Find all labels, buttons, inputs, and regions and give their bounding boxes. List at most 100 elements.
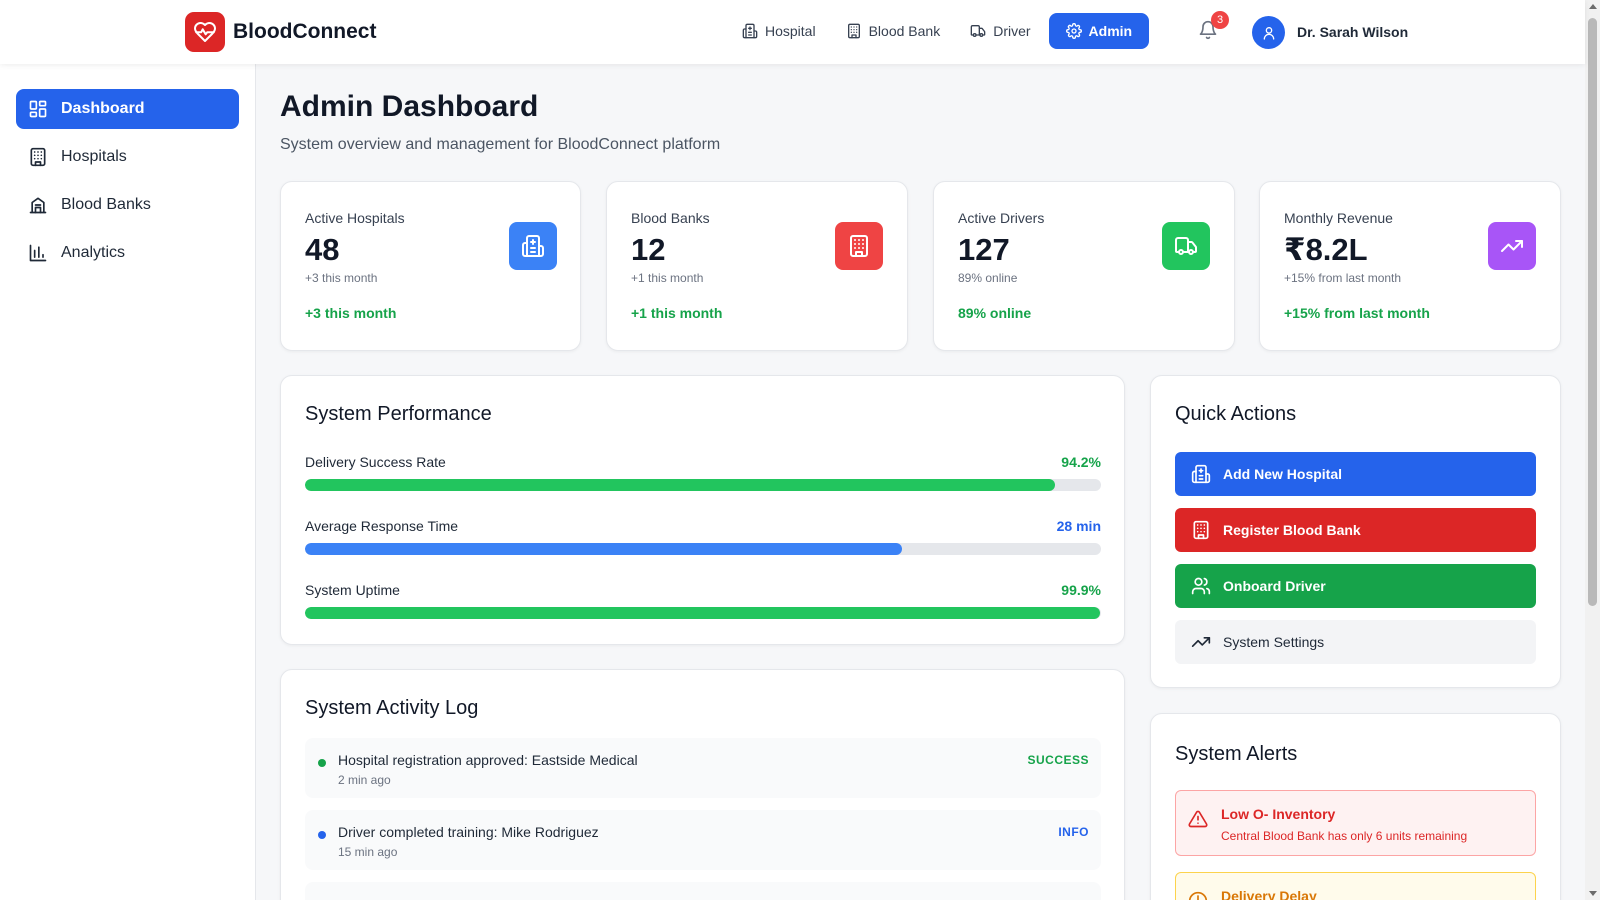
add-new-hospital-button[interactable]: Add New Hospital xyxy=(1175,452,1536,496)
building-icon xyxy=(1193,520,1209,540)
perf-label: System Uptime xyxy=(305,582,400,598)
progress-fill xyxy=(305,543,902,555)
perf-label: Delivery Success Rate xyxy=(305,454,446,470)
truck-icon xyxy=(970,25,986,37)
gear-icon xyxy=(1065,23,1082,39)
alert-delivery-delay[interactable]: Delivery Delay xyxy=(1175,872,1536,900)
hospital-icon xyxy=(1191,464,1211,484)
stat-trend: +1 this month xyxy=(631,305,723,321)
quick-actions-card: Quick Actions Add New Hospital Register … xyxy=(1150,375,1561,688)
scroll-down-arrow-icon[interactable] xyxy=(1589,891,1597,896)
clock-icon xyxy=(1188,891,1208,900)
button-label: Register Blood Bank xyxy=(1223,522,1361,538)
stat-label: Active Drivers xyxy=(958,210,1045,226)
nav-blood-bank-label: Blood Bank xyxy=(868,23,941,39)
list-item[interactable]: Driver completed training: Mike Rodrigue… xyxy=(305,810,1101,870)
trending-up-icon xyxy=(1191,637,1211,647)
avatar[interactable] xyxy=(1252,16,1285,49)
hospital-icon xyxy=(509,222,557,270)
heart-pulse-logo-icon xyxy=(185,12,225,52)
stat-note: 89% online xyxy=(958,271,1018,285)
stat-note: +3 this month xyxy=(305,271,378,285)
building-icon xyxy=(847,23,860,39)
stat-card-hospitals: Active Hospitals 48 +3 this month +3 thi… xyxy=(280,181,581,351)
list-item[interactable]: Hospital registration approved: Eastside… xyxy=(305,738,1101,798)
warning-icon xyxy=(1188,810,1208,828)
nav-blood-bank[interactable]: Blood Bank xyxy=(834,13,953,49)
section-title: System Performance xyxy=(305,403,492,425)
log-time: 15 min ago xyxy=(338,845,398,859)
system-performance-card: System Performance Delivery Success Rate… xyxy=(280,375,1125,645)
button-label: System Settings xyxy=(1223,634,1325,650)
stat-value: 127 xyxy=(958,232,1010,267)
perf-label: Average Response Time xyxy=(305,518,459,534)
nav-admin[interactable]: Admin xyxy=(1048,13,1150,49)
brand[interactable]: BloodConnect xyxy=(185,12,376,52)
user-name[interactable]: Dr. Sarah Wilson xyxy=(1297,24,1408,40)
sidebar: Dashboard Hospitals Blood Banks Analytic… xyxy=(0,64,256,900)
section-title: System Alerts xyxy=(1175,743,1298,765)
progress-fill xyxy=(305,607,1101,619)
notification-count-badge: 3 xyxy=(1211,11,1229,29)
onboard-driver-button[interactable]: Onboard Driver xyxy=(1175,564,1536,608)
page-scrollbar[interactable] xyxy=(1585,0,1600,900)
register-blood-bank-button[interactable]: Register Blood Bank xyxy=(1175,508,1536,552)
stat-card-drivers: Active Drivers 127 89% online 89% online xyxy=(933,181,1235,351)
progress-track xyxy=(305,607,1101,619)
alert-low-inventory[interactable]: Low O- Inventory Central Blood Bank has … xyxy=(1175,790,1536,856)
sidebar-item-hospitals[interactable]: Hospitals xyxy=(16,137,239,177)
progress-track xyxy=(305,479,1101,491)
bar-chart-icon xyxy=(29,244,47,262)
stat-value: 48 xyxy=(305,232,340,267)
log-time: 2 min ago xyxy=(338,773,391,787)
stat-value: ₹8.2L xyxy=(1284,232,1368,267)
stat-trend: +15% from last month xyxy=(1284,305,1430,321)
perf-row-delivery-success: Delivery Success Rate 94.2% xyxy=(305,454,1101,491)
nav-hospital-label: Hospital xyxy=(765,23,816,39)
system-settings-button[interactable]: System Settings xyxy=(1175,620,1536,664)
progress-track xyxy=(305,543,1101,555)
perf-value: 99.9% xyxy=(1061,582,1101,598)
page-title: Admin Dashboard xyxy=(280,90,539,123)
stat-trend: 89% online xyxy=(958,305,1032,321)
perf-value: 28 min xyxy=(1056,518,1101,534)
truck-icon xyxy=(1162,222,1210,270)
scrollbar-thumb[interactable] xyxy=(1588,18,1597,606)
alert-title: Delivery Delay xyxy=(1221,888,1317,900)
brand-name: BloodConnect xyxy=(233,20,377,43)
status-badge: SUCCESS xyxy=(1027,753,1089,767)
alert-description: Central Blood Bank has only 6 units rema… xyxy=(1221,829,1468,843)
nav-driver-label: Driver xyxy=(993,23,1031,39)
sidebar-item-label: Blood Banks xyxy=(61,196,151,213)
sidebar-item-dashboard[interactable]: Dashboard xyxy=(16,89,239,129)
perf-row-response-time: Average Response Time 28 min xyxy=(305,518,1101,555)
status-dot xyxy=(318,831,326,839)
sidebar-item-label: Hospitals xyxy=(61,148,127,165)
list-item[interactable] xyxy=(305,882,1101,900)
system-activity-log-card: System Activity Log Hospital registratio… xyxy=(280,669,1125,900)
top-navigation-bar: BloodConnect Hospital Blood Bank Driver … xyxy=(0,0,1585,64)
nav-driver[interactable]: Driver xyxy=(958,13,1042,49)
stat-label: Monthly Revenue xyxy=(1284,210,1393,226)
building-icon xyxy=(835,222,883,270)
notifications-button[interactable]: 3 xyxy=(1198,11,1229,44)
sidebar-item-blood-banks[interactable]: Blood Banks xyxy=(16,185,239,225)
stat-card-blood-banks: Blood Banks 12 +1 this month +1 this mon… xyxy=(606,181,908,351)
scroll-up-arrow-icon[interactable] xyxy=(1589,4,1597,9)
log-text: Driver completed training: Mike Rodrigue… xyxy=(338,824,599,840)
system-alerts-card: System Alerts Low O- Inventory Central B… xyxy=(1150,713,1561,900)
stat-label: Active Hospitals xyxy=(305,210,405,226)
progress-fill xyxy=(305,479,1055,491)
perf-row-system-uptime: System Uptime 99.9% xyxy=(305,582,1101,619)
section-title: System Activity Log xyxy=(305,697,479,719)
log-text: Hospital registration approved: Eastside… xyxy=(338,752,638,768)
sidebar-item-analytics[interactable]: Analytics xyxy=(16,233,239,273)
stat-label: Blood Banks xyxy=(631,210,710,226)
nav-hospital[interactable]: Hospital xyxy=(730,13,828,49)
sidebar-item-label: Analytics xyxy=(61,244,126,261)
user-icon xyxy=(1263,26,1274,40)
hospital-icon xyxy=(742,23,758,39)
alert-title: Low O- Inventory xyxy=(1221,806,1336,822)
button-label: Add New Hospital xyxy=(1223,466,1343,482)
top-nav: Hospital Blood Bank Driver Admin xyxy=(730,13,1155,49)
